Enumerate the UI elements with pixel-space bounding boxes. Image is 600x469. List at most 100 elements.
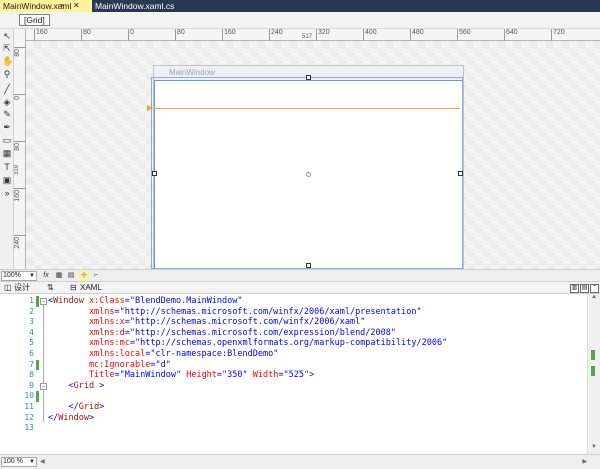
code-token: " <box>442 338 448 349</box>
ruler-label: 640 <box>506 29 518 36</box>
code-token: =" <box>278 370 289 381</box>
code-token: Grid <box>78 402 100 412</box>
resize-handle-right[interactable] <box>458 171 463 176</box>
change-marker <box>36 296 39 307</box>
resize-handle-left[interactable] <box>152 171 157 176</box>
line-number: 7 <box>29 359 34 369</box>
tab-mainwindow-xaml-cs[interactable]: MainWindow.xaml.cs <box>92 0 184 12</box>
guides-icon[interactable]: ⌐ <box>91 271 101 281</box>
ruler-label: 80 <box>14 143 21 151</box>
swap-panes-button[interactable]: ⇅ <box>47 282 54 294</box>
grid-row-marker-icon[interactable] <box>147 105 153 111</box>
code-token: > <box>94 380 105 391</box>
ruler-label: 240 <box>271 29 283 36</box>
eyedropper-icon[interactable]: ╱ <box>2 84 12 94</box>
document-tab-strip: MainWindow.xaml ⊸ ✕ MainWindow.xaml.cs <box>0 0 600 12</box>
editor-zoom-dropdown[interactable]: 100 % ▼ <box>1 457 37 467</box>
vertical-scrollbar[interactable]: ▲ ▼ <box>587 294 600 454</box>
rectangle-icon[interactable]: ▭ <box>2 135 12 145</box>
snap-to-snaplines-icon[interactable]: ⊹ <box>79 271 89 281</box>
code-token: < <box>48 380 74 391</box>
vertical-split-button[interactable]: ▥ <box>570 284 579 293</box>
collapse-pane-button[interactable]: ⌃ <box>590 284 599 293</box>
code-token: mc:Ignorable <box>48 359 151 370</box>
ruler-label: 80 <box>83 29 91 36</box>
code-token: </ <box>48 402 79 412</box>
scroll-down-icon[interactable]: ▼ <box>591 444 597 450</box>
line-number: 11 <box>24 402 34 411</box>
code-line[interactable]: xmlns:x="http://schemas.microsoft.com/wi… <box>48 317 365 328</box>
code-token: MainWindow <box>124 370 176 381</box>
code-token: Title <box>48 370 115 381</box>
code-line[interactable]: xmlns:d="http://schemas.microsoft.com/ex… <box>48 328 396 339</box>
code-token: x:Class <box>83 296 125 306</box>
fold-guide <box>43 304 44 422</box>
zoom-icon[interactable]: ⚲ <box>2 69 12 79</box>
scroll-left-icon[interactable]: ◀ <box>40 458 45 465</box>
code-line[interactable]: Title="MainWindow" Height="350" Width="5… <box>48 370 314 381</box>
horizontal-split-button[interactable]: ▤ <box>580 284 589 293</box>
resize-handle-top[interactable] <box>306 75 311 80</box>
chevron-down-icon: ▼ <box>29 273 35 279</box>
fold-toggle-icon[interactable]: − <box>40 298 47 305</box>
selection-arrow-icon[interactable]: ↖ <box>2 31 12 41</box>
code-line[interactable]: </Window> <box>48 413 94 424</box>
grid-row-divider[interactable] <box>154 108 460 109</box>
scroll-right-icon[interactable]: ▶ <box>582 458 587 465</box>
code-token: 525 <box>288 370 304 381</box>
code-token: =" <box>216 370 228 381</box>
tab-mainwindow-xaml[interactable]: MainWindow.xaml ⊸ ✕ <box>0 0 92 12</box>
center-pivot-icon[interactable] <box>306 172 311 177</box>
design-artboard[interactable]: MainWindow <box>26 41 600 270</box>
pan-hand-icon[interactable]: ✋ <box>2 56 13 66</box>
code-token: http://schemas.openxmlformats.org/markup… <box>140 338 443 349</box>
code-line[interactable]: xmlns="http://schemas.microsoft.com/winf… <box>48 307 422 318</box>
horizontal-scrollbar[interactable]: ◀ ▶ <box>40 458 587 466</box>
more-tools-icon[interactable]: » <box>2 188 12 198</box>
line-number: 10 <box>24 391 34 401</box>
ruler-label: 80 <box>14 49 21 57</box>
code-token: xmlns:x <box>48 317 125 328</box>
control-icon[interactable]: ▣ <box>2 175 12 185</box>
code-token: Width <box>247 370 279 381</box>
ruler-label: 0 <box>130 29 134 36</box>
code-line[interactable]: mc:Ignorable="d" <box>48 360 171 371</box>
fold-toggle-icon[interactable]: − <box>40 382 47 390</box>
breadcrumb-item-grid[interactable]: [Grid] <box>19 14 50 26</box>
code-line[interactable]: xmlns:mc="http://schemas.openxmlformats.… <box>48 338 447 349</box>
code-token: =" <box>114 370 125 381</box>
grid-layout-icon[interactable]: ▦ <box>2 148 12 158</box>
fx-effects-button[interactable]: fx <box>41 271 51 281</box>
resize-handle-bottom[interactable] <box>306 263 311 268</box>
toolbox: ↖ ⇱ ✋ ⚲ ╱ ◈ ✎ ✒ ▭ ▦ T ▣ » <box>0 29 14 269</box>
close-icon[interactable]: ✕ <box>73 0 80 12</box>
tab-design[interactable]: 设计 <box>14 282 30 294</box>
xaml-view-icon[interactable]: ⊟ <box>70 282 77 294</box>
code-token: " <box>165 359 171 370</box>
line-number: 1 <box>29 296 34 305</box>
code-line[interactable]: <Grid > <box>48 381 104 392</box>
code-token: Grid <box>73 380 95 391</box>
scroll-up-icon[interactable]: ▲ <box>591 294 597 300</box>
zoom-dropdown[interactable]: 100% ▼ <box>1 271 37 281</box>
vertical-ruler: 80 0 80 160 240 319 <box>14 29 26 269</box>
code-token: "> <box>303 370 315 381</box>
xaml-code-editor[interactable]: 1− <Window x:Class="BlendDemo.MainWindow"… <box>0 294 587 454</box>
code-line[interactable]: </Grid> <box>48 402 104 413</box>
show-grid-icon[interactable]: ▦ <box>54 271 64 281</box>
code-line[interactable]: <Window x:Class="BlendDemo.MainWindow" <box>48 296 243 307</box>
editor-zoom-value: 100 % <box>3 458 23 465</box>
brush-icon[interactable]: ✎ <box>2 109 12 119</box>
zoom-value: 100% <box>3 272 21 279</box>
text-tool-icon[interactable]: T <box>2 162 12 172</box>
code-token: http://schemas.microsoft.com/expression/… <box>135 327 391 338</box>
code-line[interactable]: xmlns:local="clr-namespace:BlendDemo" <box>48 349 278 360</box>
tab-xaml[interactable]: XAML <box>80 282 102 294</box>
direct-select-icon[interactable]: ⇱ <box>2 43 12 53</box>
code-token: xmlns:local <box>48 349 146 359</box>
pin-icon[interactable]: ⊸ <box>58 0 64 12</box>
snap-to-grid-icon[interactable]: ▤ <box>66 271 76 281</box>
paint-bucket-icon[interactable]: ◈ <box>2 97 12 107</box>
design-view-icon[interactable]: ◫ <box>4 282 12 294</box>
pen-icon[interactable]: ✒ <box>2 122 12 132</box>
